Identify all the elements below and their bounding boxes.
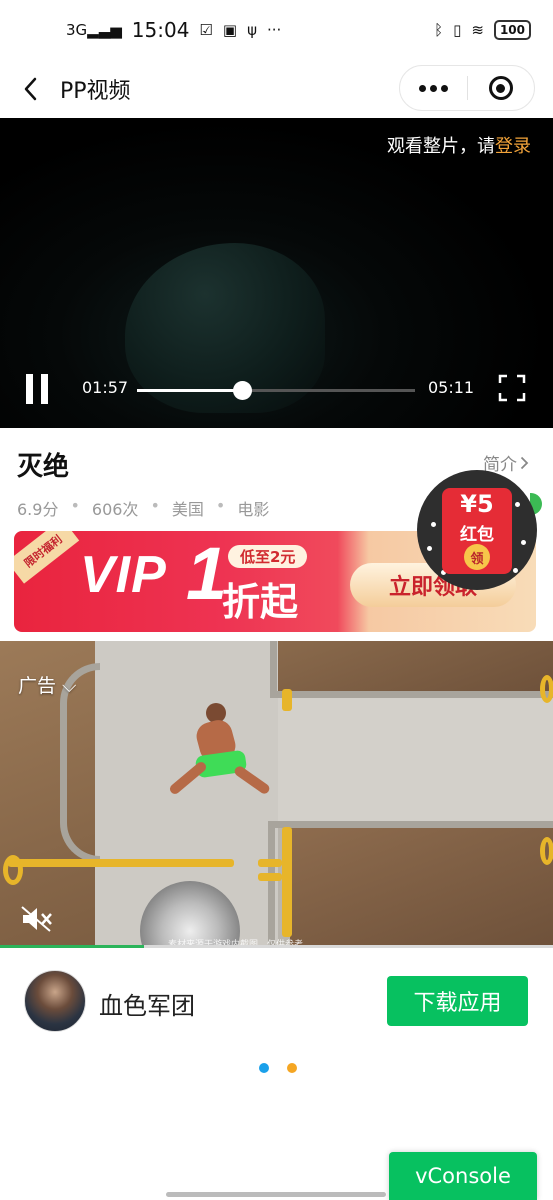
movie-category: 电影 — [237, 500, 270, 519]
pause-button[interactable] — [26, 374, 54, 404]
vconsole-button[interactable]: vConsole — [389, 1152, 537, 1200]
pager-dot[interactable] — [259, 1063, 269, 1073]
ad-pin — [258, 873, 282, 881]
chevron-down-icon: ⌵ — [56, 675, 77, 697]
close-miniprogram-button[interactable] — [468, 66, 535, 110]
promo-ribbon: 限时福利 — [14, 531, 80, 584]
ad-scene-pipe — [270, 641, 553, 698]
ad-label[interactable]: 广告 ⌵ — [18, 671, 76, 698]
ad-pager — [259, 1063, 297, 1073]
discount-suffix: 折起 — [222, 580, 299, 624]
ad-pin-ring — [3, 855, 23, 885]
vip-label: VIP — [80, 546, 167, 604]
miniprogram-capsule — [399, 65, 535, 111]
status-left: 3G▂▃▅ 15:04 ☑ ▣ ψ ··· — [66, 18, 281, 42]
login-hint-text: 观看整片，请 — [387, 136, 495, 157]
ad-progress-bar — [0, 945, 553, 948]
usb-icon: ψ — [247, 21, 257, 39]
meta-separator: • — [150, 496, 160, 515]
ad-video[interactable]: 广告 ⌵ 素材来源于游戏内截图，仅供参考 — [0, 641, 553, 948]
claim-coin-icon: 领 — [464, 544, 490, 570]
red-packet-amount: ¥5 — [460, 490, 494, 518]
more-dots-icon — [418, 84, 448, 92]
vibrate-icon: ▯ — [453, 21, 462, 39]
ad-scene-pipe — [268, 821, 553, 948]
current-time: 01:57 — [82, 378, 129, 397]
chevron-left-icon — [24, 77, 37, 101]
pause-icon — [26, 374, 33, 404]
ad-pin — [8, 859, 234, 867]
login-hint: 观看整片，请登录 — [387, 132, 531, 158]
price-badge: 低至2元 — [228, 545, 308, 568]
app-avatar — [24, 970, 86, 1032]
back-button[interactable] — [0, 60, 60, 118]
bluetooth-icon: ᛒ — [434, 21, 444, 39]
more-button[interactable] — [400, 66, 467, 110]
battery-indicator: 100 — [493, 20, 531, 40]
meta-separator: • — [70, 496, 80, 515]
decor-dot — [431, 522, 436, 527]
player-controls: 01:57 05:11 — [0, 352, 553, 428]
target-circle-icon — [488, 76, 513, 100]
ad-pin-ring — [540, 837, 553, 865]
ad-pin — [282, 689, 292, 711]
movie-title: 灭绝 — [17, 452, 70, 482]
vip-discount-number: 1 — [186, 532, 228, 615]
page-title: PP视频 — [60, 79, 131, 104]
app-name: 血色军团 — [99, 992, 195, 1020]
ad-character — [162, 701, 272, 801]
ad-scene-floor — [278, 693, 553, 826]
status-bar: 3G▂▃▅ 15:04 ☑ ▣ ψ ··· ᛒ ▯ ≋ 100 — [0, 0, 553, 60]
total-time: 05:11 — [428, 378, 475, 397]
movie-rating: 6.9分 — [17, 500, 59, 519]
decor-dot — [521, 540, 526, 545]
signal-icon: 3G▂▃▅ — [66, 21, 122, 39]
check-shield-icon: ☑ — [199, 21, 213, 39]
pager-dot[interactable] — [287, 1063, 297, 1073]
ad-pin-ring — [540, 675, 553, 703]
clock: 15:04 — [131, 18, 190, 42]
decor-dot — [427, 546, 432, 551]
more-notifications-icon: ··· — [266, 21, 282, 39]
fullscreen-button[interactable] — [498, 374, 526, 402]
ad-pin — [282, 827, 292, 937]
video-player[interactable]: 观看整片，请登录 01:57 05:11 — [0, 118, 553, 428]
movie-plays: 606次 — [91, 500, 139, 519]
login-link[interactable]: 登录 — [495, 136, 531, 157]
seek-bar-fill — [137, 389, 242, 392]
chevron-right-icon — [520, 456, 529, 469]
ad-progress-fill — [0, 945, 144, 948]
ad-pin — [258, 859, 282, 867]
meta-separator: • — [215, 496, 226, 515]
fullscreen-icon — [498, 374, 526, 402]
decor-dot — [515, 502, 520, 507]
red-packet-float[interactable]: ¥5 红包 领 — [417, 470, 537, 590]
download-app-button[interactable]: 下载应用 — [387, 976, 528, 1026]
status-right: ᛒ ▯ ≋ 100 — [434, 20, 531, 40]
app-download-row: 血色军团 下载应用 — [0, 960, 553, 1044]
mute-button[interactable] — [20, 905, 54, 933]
home-indicator[interactable] — [166, 1192, 386, 1197]
nav-bar: PP视频 — [0, 60, 553, 118]
red-packet-card: ¥5 红包 领 — [442, 488, 512, 574]
seek-thumb[interactable] — [232, 381, 252, 400]
app-notify-icon: ▣ — [222, 21, 238, 39]
ad-label-text: 广告 — [18, 675, 57, 697]
red-packet-label: 红包 — [460, 525, 494, 545]
decor-dot — [513, 568, 518, 573]
movie-meta: 6.9分 • 606次 • 美国 • 电影 — [17, 496, 269, 520]
wifi-icon: ≋ — [471, 21, 484, 39]
mute-speaker-icon — [21, 906, 52, 932]
seek-bar[interactable] — [137, 381, 415, 400]
movie-region: 美国 — [171, 500, 204, 519]
network-type: 3G — [66, 21, 88, 39]
